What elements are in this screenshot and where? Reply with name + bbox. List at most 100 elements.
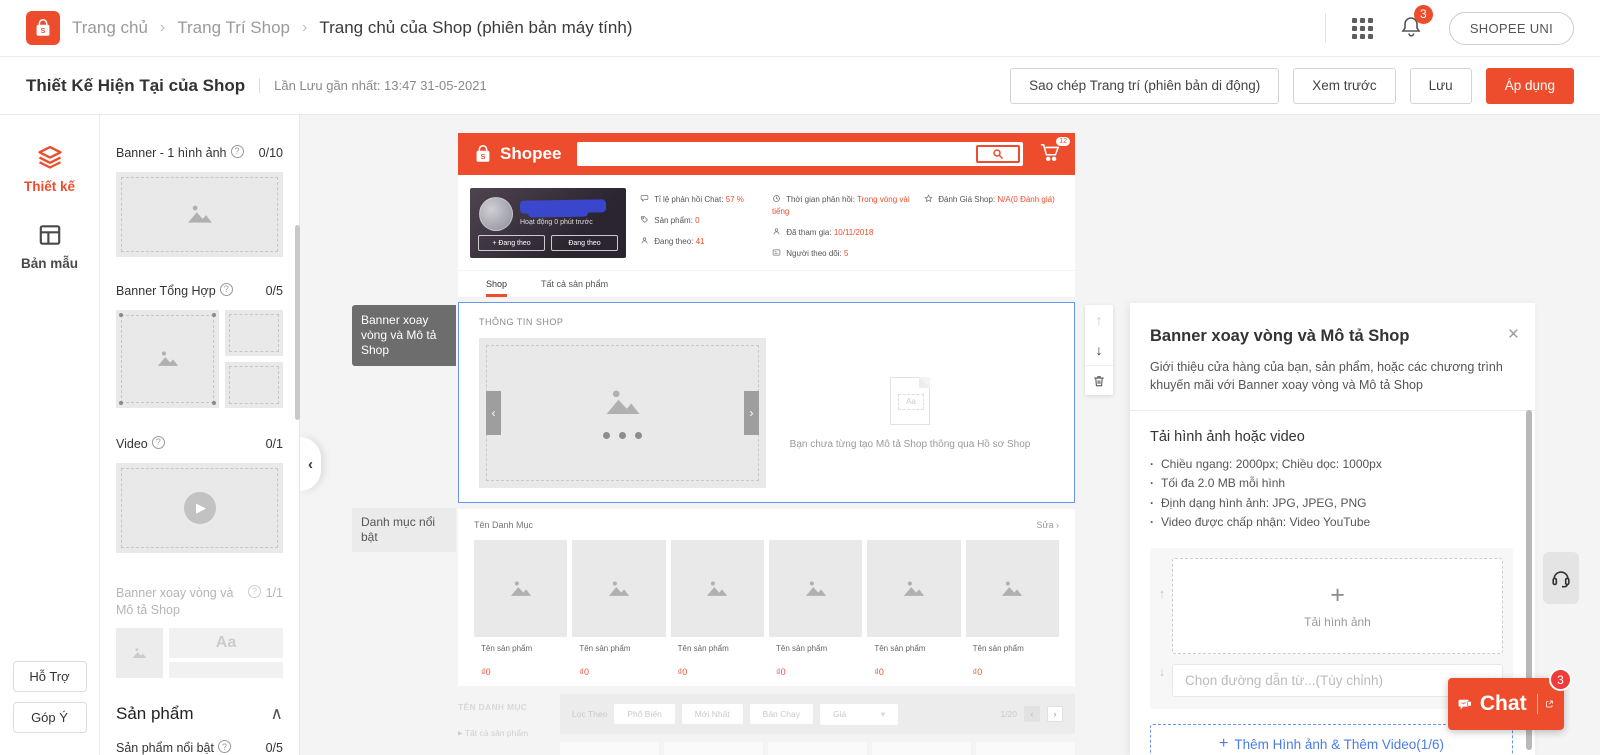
selected-banner-section[interactable]: THÔNG TIN SHOP ‹ › Aa Bạn chưa từng tạo … [458,302,1075,503]
shop-decoration-app: Trang chủ › Trang Trí Shop › Trang chủ c… [0,0,1600,755]
breadcrumb-home[interactable]: Trang chủ [72,18,148,38]
product-ghost-row [560,742,1075,755]
stat-response-time: Thời gian phản hồi: Trong vòng vài tiếng [772,194,912,218]
help-icon[interactable]: ? [220,283,233,296]
reorder-down-icon[interactable]: ↓ [1159,664,1166,679]
featured-products-count: 0/5 [266,740,283,755]
filter-price-dropdown[interactable]: Giá▾ [820,704,898,725]
shopee-uni-button[interactable]: SHOPEE UNI [1449,12,1574,45]
page-indicator: 1/20 [1000,709,1017,719]
shopee-bag-icon [472,143,494,165]
banner-combo-placeholder[interactable] [116,310,283,408]
label-banner-carousel[interactable]: Banner xoay vòng và Mô tả Shop [352,305,456,366]
component-banner-combo: Banner Tổng Hợp ? 0/5 [116,283,283,300]
copy-mobile-decoration-button[interactable]: Sao chép Trang trí (phiên bản di động) [1010,68,1279,104]
preview-search-button[interactable] [976,145,1020,163]
filter-label: Lọc Theo [572,709,607,719]
no-description-block: Aa Bạn chưa từng tạo Mô tả Shop thông qu… [766,338,1054,488]
panel-scrollbar[interactable] [295,225,300,420]
preview-button[interactable]: Xem trước [1293,68,1395,104]
shop-preview: Shopee 12 Hoạt động 0 phút trước [458,133,1075,755]
chat-shop-button[interactable]: Đang theo [551,235,618,251]
help-icon[interactable]: ? [218,740,231,753]
move-section-down-icon[interactable]: ↓ [1085,335,1113,365]
breadcrumb-current: Trang chủ của Shop (phiên bản máy tính) [319,18,632,38]
carousel-dots [603,432,642,439]
notifications-bell-icon[interactable]: 3 [1399,14,1423,43]
apply-button[interactable]: Áp dụng [1486,68,1574,104]
carousel-prev-icon[interactable]: ‹ [486,391,501,435]
cart-badge: 12 [1055,136,1071,147]
help-icon[interactable]: ? [152,436,165,449]
card-icon [772,248,781,257]
shopee-wordmark: Shopee [500,144,561,164]
rail-item-design[interactable]: Thiết kế [0,143,99,194]
page-next-button[interactable]: › [1047,706,1063,722]
edit-category-link[interactable]: Sửa › [1036,520,1059,530]
link-placeholder-text: Chọn đường dẫn từ...(Tùy chỉnh) [1185,673,1383,688]
filter-bestseller-button[interactable]: Bán Chạy [750,704,813,724]
header-actions: 3 SHOPEE UNI [1325,12,1574,45]
chat-badge: 3 [1549,668,1572,691]
shopee-logo-icon[interactable] [26,11,60,45]
filter-popular-button[interactable]: Phổ Biến [614,704,675,724]
preview-search-input[interactable] [577,142,1023,166]
rule-video: Video được chấp nhận: Video YouTube [1150,513,1513,532]
feedback-button[interactable]: Góp Ý [13,702,87,733]
breadcrumb-shop-decoration[interactable]: Trang Trí Shop [177,18,290,38]
inspector-description: Giới thiệu cửa hàng của bạn, sản phẩm, h… [1150,358,1508,394]
chat-widget[interactable]: Chat 3 [1448,678,1564,730]
move-section-up-icon[interactable]: ↑ [1085,305,1113,335]
banner-single-placeholder[interactable] [116,172,283,257]
chevron-up-icon: ∧ [271,704,283,724]
banner-carousel-placeholder[interactable]: Aa [116,628,283,678]
product-card: Tên sản phẩm₫0 [867,540,960,686]
headset-icon [1550,567,1572,589]
layers-icon [36,143,64,171]
component-banner-carousel: Banner xoay vòng và Mô tả Shop ? 1/1 [116,585,283,619]
label-featured-category[interactable]: Danh mục nổi bật [352,508,456,552]
person-icon [640,236,649,245]
close-icon[interactable]: × [1508,325,1519,344]
follow-button[interactable]: + Đang theo [478,235,545,251]
rail-design-label: Thiết kế [24,179,75,194]
carousel-next-icon[interactable]: › [744,391,759,435]
upload-image-dropzone[interactable]: + Tải hình ảnh [1172,558,1503,654]
mini-text-slots: Aa [169,628,283,678]
rail-item-templates[interactable]: Bản mẫu [0,222,99,271]
combo-main-slot [116,310,219,408]
featured-category-section[interactable]: Tên Danh Mục Sửa › Tên sản phẩm₫0 Tên sả… [458,509,1075,686]
play-icon: ▶ [184,492,216,524]
header-divider [1325,13,1326,43]
combo-side-slots [225,310,283,408]
page-prev-button[interactable]: ‹ [1024,706,1040,722]
preview-cart-icon[interactable]: 12 [1039,142,1061,167]
expand-icon[interactable] [1545,696,1554,712]
help-icon[interactable]: ? [248,585,261,598]
chat-icon [1458,693,1472,715]
trash-icon [1092,374,1106,388]
tab-shop[interactable]: Shop [486,279,507,297]
mini-text-aa: Aa [169,628,283,658]
delete-section-icon[interactable] [1085,365,1113,395]
stat-followers: Người theo dõi: 5 [772,248,912,260]
save-button[interactable]: Lưu [1410,68,1472,104]
banner-carousel-preview: ‹ › [479,338,766,488]
support-button[interactable]: Hỗ Trợ [13,661,87,692]
design-toolbar: Thiết Kế Hiện Tại của Shop Lần Lưu gần n… [0,57,1600,115]
preview-shop-info: Hoạt động 0 phút trước + Đang theo Đang … [458,175,1075,270]
reorder-up-icon[interactable]: ↑ [1159,586,1166,601]
filter-newest-button[interactable]: Mới Nhất [682,704,743,724]
help-icon[interactable]: ? [231,145,244,158]
divider [1130,410,1535,411]
video-placeholder[interactable]: ▶ [116,463,283,553]
filter-bar: Lọc Theo Phổ Biến Mới Nhất Bán Chạy Giá▾… [560,694,1075,734]
tab-all-products[interactable]: Tất cả sản phẩm [541,279,608,297]
banner-single-count: 0/10 [259,145,283,162]
rule-dimensions: Chiều ngang: 2000px; Chiều dọc: 1000px [1150,455,1513,474]
product-card: Tên sản phẩm₫0 [966,540,1059,686]
products-section-header[interactable]: Sản phẩm ∧ [116,704,283,724]
support-fab[interactable] [1543,552,1579,604]
preview-tabs: Shop Tất cả sản phẩm [458,270,1075,298]
apps-grid-icon[interactable] [1352,18,1373,39]
